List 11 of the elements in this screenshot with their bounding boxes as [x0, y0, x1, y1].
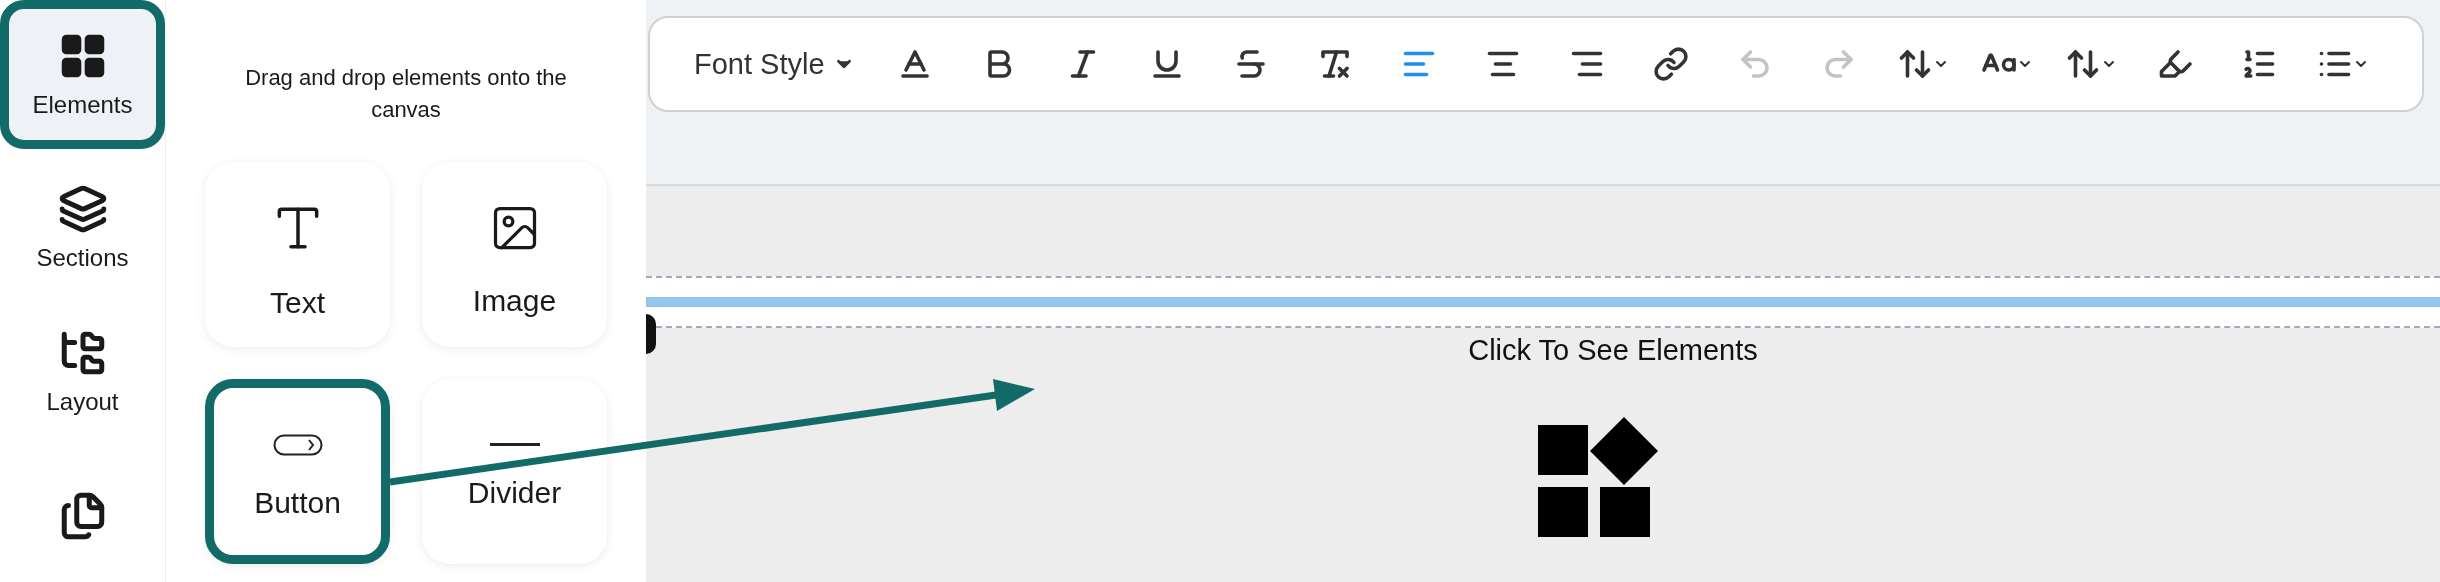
- element-card[interactable]: Button: [205, 379, 390, 564]
- canvas-prompt: Click To See Elements: [1468, 334, 1758, 367]
- button-shape-icon: [272, 433, 323, 456]
- layers-icon: [57, 183, 108, 234]
- panel-hint: Drag and drop elements onto the canvas: [244, 64, 568, 124]
- sidebar-item[interactable]: Elements: [0, 0, 165, 150]
- font-style-dropdown[interactable]: Font Style: [694, 47, 855, 81]
- section-handle[interactable]: [646, 314, 656, 354]
- link-icon: [1652, 46, 1689, 82]
- divider-line-icon: [489, 443, 540, 446]
- canvas[interactable]: Click To See Elements: [646, 186, 2440, 582]
